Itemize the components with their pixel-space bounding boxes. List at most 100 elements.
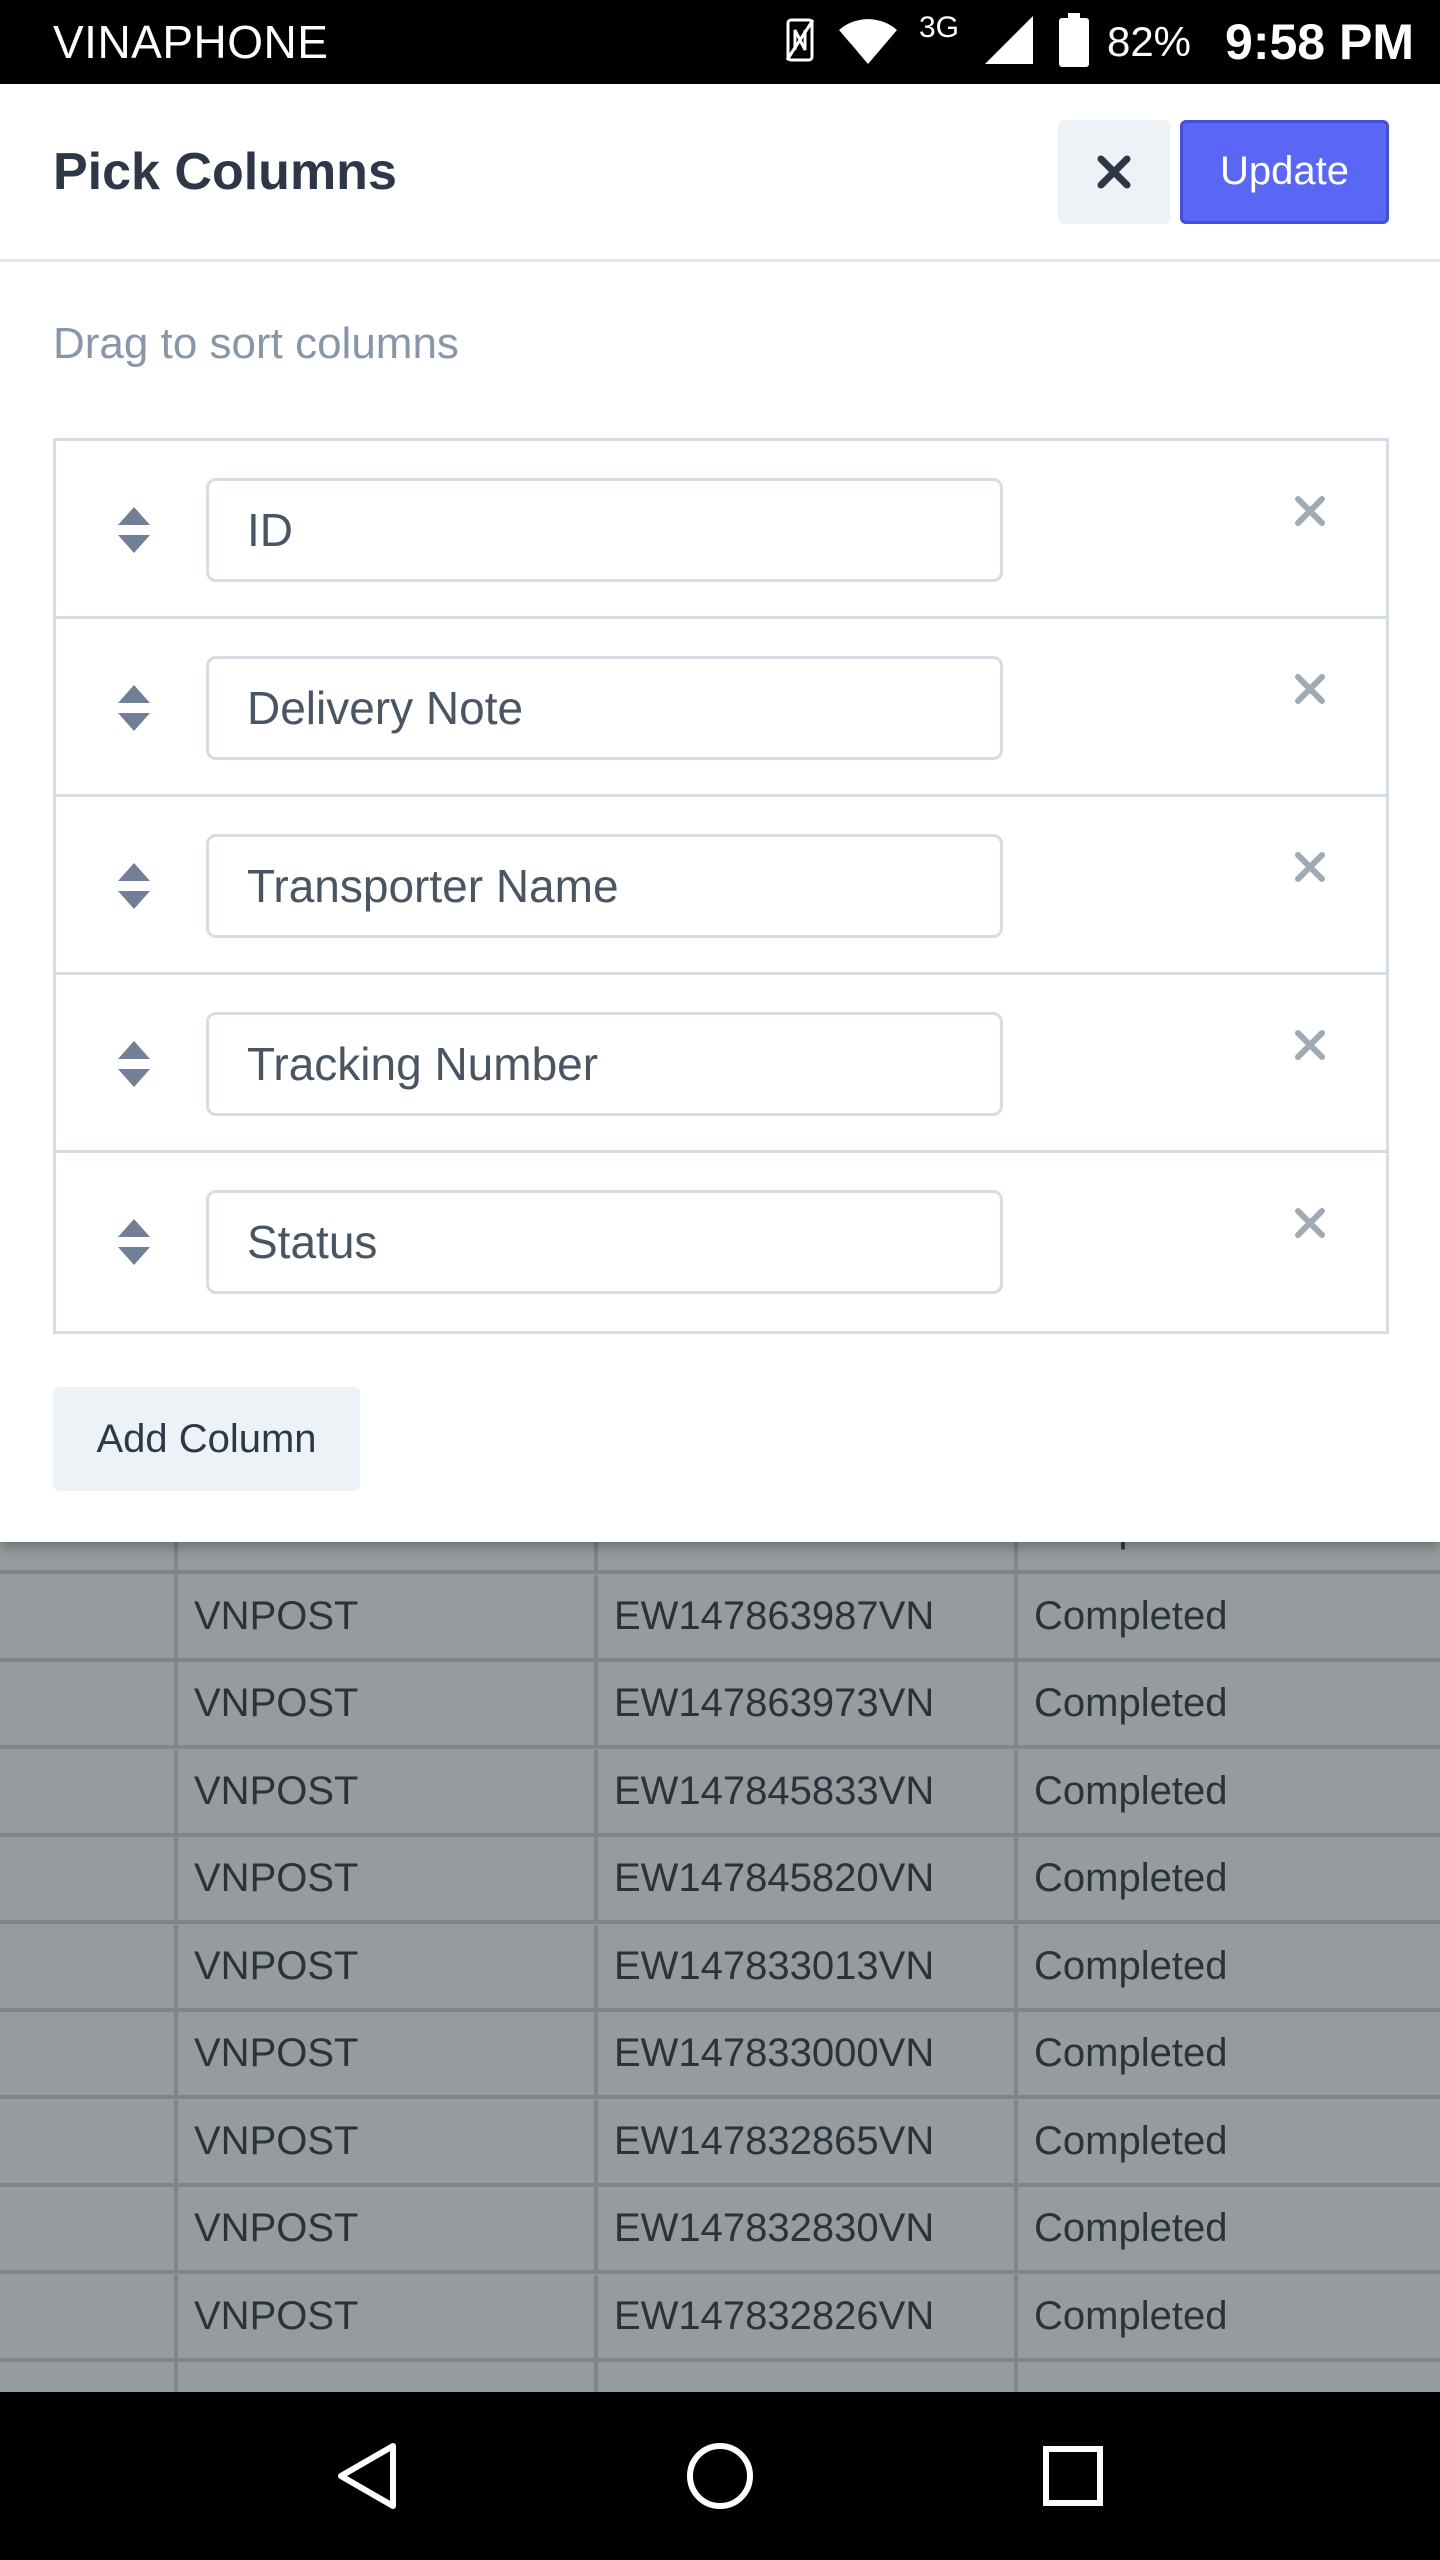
table-cell: [0, 1662, 178, 1745]
signal-icon: [981, 14, 1037, 71]
table-cell: [0, 2187, 178, 2270]
clock: 9:58 PM: [1225, 14, 1414, 70]
status-cell: Completed: [1034, 2293, 1228, 2338]
sort-hint: Drag to sort columns: [53, 319, 459, 368]
transporter-cell: VNPOST: [178, 2012, 598, 2095]
tracking-number-cell: [598, 2362, 1018, 2392]
remove-column-button[interactable]: [1284, 1197, 1336, 1249]
status-cell: Completed: [1034, 2031, 1228, 2075]
status-cell: Completed: [1034, 2118, 1228, 2163]
remove-column-button[interactable]: [1284, 663, 1336, 715]
tracking-number-cell: EW147863995VN: [598, 1540, 1018, 1570]
transporter-cell: VNPOST: [178, 1924, 598, 2008]
tracking-number-cell: EW147833000VN: [598, 2012, 1018, 2095]
column-name-input[interactable]: [206, 478, 1003, 582]
table-cell: [0, 1749, 178, 1833]
column-list: [53, 438, 1389, 1334]
remove-column-button[interactable]: [1284, 485, 1336, 537]
table-row: VNPOST EW147845833VN Completed: [0, 1749, 1440, 1837]
column-row: [56, 1153, 1386, 1331]
table-row: VNPOST EW147863987VN Completed: [0, 1574, 1440, 1662]
table-row: VNPOST EW147832826VN Completed: [0, 2274, 1440, 2362]
remove-column-button[interactable]: [1284, 841, 1336, 893]
back-button[interactable]: [317, 2426, 417, 2526]
status-cell: Completed: [1034, 1943, 1228, 1988]
back-icon: [337, 2443, 396, 2509]
status-cell: Completed: [1034, 1856, 1228, 1900]
column-row: [56, 619, 1386, 797]
table-row: [0, 2362, 1440, 2392]
close-icon: [1097, 155, 1131, 188]
home-icon: [686, 2443, 753, 2509]
table-row: VNPOST EW147863973VN Completed: [0, 1662, 1440, 1749]
add-column-button[interactable]: Add Column: [53, 1387, 360, 1491]
close-icon: [1295, 1030, 1325, 1060]
remove-column-button[interactable]: [1284, 1019, 1336, 1071]
column-name-input[interactable]: [206, 1012, 1003, 1116]
status-cell: Completed: [1034, 2206, 1228, 2250]
close-icon: [1295, 674, 1325, 704]
close-icon: [1295, 496, 1325, 526]
close-icon: [1295, 1208, 1325, 1238]
table-row: VNPOST EW147845820VN Completed: [0, 1837, 1440, 1924]
tracking-number-cell: EW147863987VN: [598, 1574, 1018, 1658]
status-cell: Completed: [1034, 1768, 1228, 1813]
recents-button[interactable]: [1023, 2426, 1123, 2526]
table-cell: [0, 2012, 178, 2095]
transporter-cell: VNPOST: [178, 1574, 598, 1658]
recents-icon: [1043, 2446, 1104, 2506]
carrier-label: VINAPHONE: [53, 16, 329, 68]
network-type-label: 3G: [918, 11, 959, 44]
status-cell: Completed: [1018, 1540, 1440, 1570]
transporter-cell: [178, 2362, 598, 2392]
update-button[interactable]: Update: [1180, 119, 1389, 224]
close-icon: [1295, 852, 1325, 882]
drag-handle-icon[interactable]: [114, 505, 154, 555]
table-cell: [0, 1837, 178, 1920]
transporter-cell: VNPOST: [178, 1662, 598, 1745]
nfc-icon: [785, 16, 815, 69]
table-cell: [0, 2274, 178, 2358]
drag-handle-icon[interactable]: [114, 861, 154, 911]
transporter-cell: VNPOST: [178, 2099, 598, 2183]
transporter-cell: VNPOST: [178, 1540, 598, 1570]
header-actions: Update: [1058, 119, 1389, 224]
column-name-input[interactable]: [206, 656, 1003, 760]
tracking-number-cell: EW147832830VN: [598, 2187, 1018, 2270]
tracking-number-cell: EW147845820VN: [598, 1837, 1018, 1920]
status-bar: VINAPHONE 3G 82% 9:58 PM: [0, 0, 1440, 84]
modal-title: Pick Columns: [53, 142, 397, 201]
transporter-cell: VNPOST: [178, 2274, 598, 2358]
drag-handle-icon[interactable]: [114, 1039, 154, 1089]
table-cell: [0, 2362, 178, 2392]
drag-handle-icon[interactable]: [114, 1217, 154, 1267]
table-cell: [0, 2099, 178, 2183]
battery-percentage: 82%: [1106, 18, 1192, 65]
status-cell: Completed: [1034, 1681, 1228, 1725]
status-cell: Completed: [1034, 1593, 1228, 1638]
navigation-bar: [0, 2392, 1440, 2560]
home-button[interactable]: [670, 2426, 770, 2526]
transporter-cell: VNPOST: [178, 1749, 598, 1833]
table-row: VNPOST EW147833013VN Completed: [0, 1924, 1440, 2012]
column-row: [56, 975, 1386, 1153]
status-icons: 3G 82% 9:58 PM: [763, 11, 1414, 72]
battery-icon: [1058, 12, 1089, 72]
table-cell: [0, 1924, 178, 2008]
table-row: VNPOSTEW147863995VNCompleted: [0, 1540, 1440, 1574]
column-row: [56, 797, 1386, 975]
column-name-input[interactable]: [206, 834, 1003, 938]
column-row: [56, 441, 1386, 619]
tracking-number-cell: EW147863973VN: [598, 1662, 1018, 1745]
tracking-number-cell: EW147845833VN: [598, 1749, 1018, 1833]
close-button[interactable]: [1058, 119, 1170, 224]
drag-handle-icon[interactable]: [114, 683, 154, 733]
wifi-icon: [837, 14, 899, 71]
table-row: VNPOST EW147832830VN Completed: [0, 2187, 1440, 2274]
table-cell: [0, 1540, 178, 1570]
tracking-number-cell: EW147832865VN: [598, 2099, 1018, 2183]
transporter-cell: VNPOST: [178, 2187, 598, 2270]
background-table: VNPOSTEW147863995VNCompletedVNPOSTEW1478…: [0, 1540, 1440, 2392]
modal-header: Pick Columns Update: [0, 84, 1440, 262]
column-name-input[interactable]: [206, 1190, 1003, 1294]
